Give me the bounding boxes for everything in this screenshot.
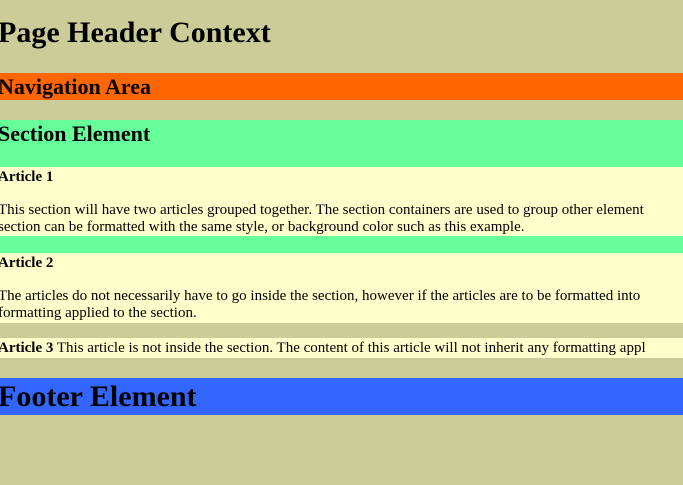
article-3-title: Article 3	[0, 340, 54, 356]
article-line: This section will have two articles grou…	[0, 202, 644, 218]
article-line: The articles do not necessarily have to …	[0, 288, 641, 304]
section-element: Section Element Article 1 This section w…	[0, 120, 683, 323]
navigation-title: Navigation Area	[0, 74, 151, 99]
page: Page Header Context Navigation Area Sect…	[0, 0, 683, 485]
footer-element: Footer Element	[0, 378, 683, 415]
navigation-area: Navigation Area	[0, 73, 683, 100]
article-3: Article 3 This article is not inside the…	[0, 338, 683, 358]
article-line: section can be formatted with the same s…	[0, 219, 525, 235]
article-1: Article 1 This section will have two art…	[0, 167, 683, 236]
article-3-content: Article 3 This article is not inside the…	[0, 338, 646, 358]
page-header: Page Header Context	[0, 0, 683, 72]
article-3-text: This article is not inside the section. …	[53, 340, 646, 356]
section-title: Section Element	[0, 121, 151, 146]
article-body: The articles do not necessarily have to …	[0, 288, 683, 322]
article-title: Article 1	[0, 169, 54, 185]
page-header-title: Page Header Context	[0, 16, 271, 49]
article-line: formatting applied to the section.	[0, 305, 197, 321]
footer-title: Footer Element	[0, 380, 197, 413]
article-title: Article 2	[0, 255, 54, 271]
article-2: Article 2 The articles do not necessaril…	[0, 253, 683, 323]
article-body: This section will have two articles grou…	[0, 202, 683, 236]
